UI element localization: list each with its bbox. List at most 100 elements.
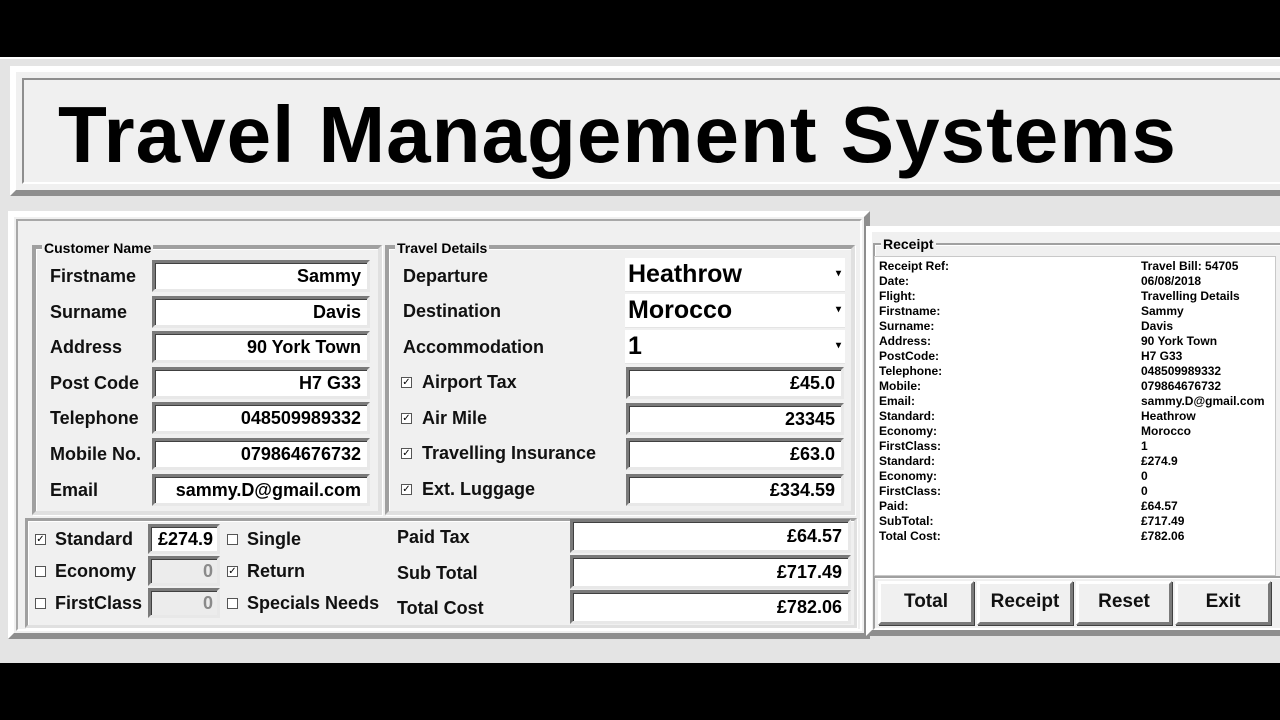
accommodation-select[interactable]: 1 ▾ [625,330,845,364]
mobile-label: Mobile No. [50,444,141,464]
air-mile-label: Air Mile [422,407,488,428]
receipt-line: Mobile: 079864676732 [875,379,1275,394]
return-checkbox[interactable]: ✓ [227,566,238,577]
economy-label: Economy [55,561,137,581]
destination-select[interactable]: Morocco ▾ [625,294,845,328]
receipt-line: Economy: Morocco [875,424,1275,439]
receipt-line-key: Telephone: [879,364,943,378]
ext-luggage-checkbox[interactable]: ✓ [401,483,412,495]
customer-group-legend: Customer Name [42,240,154,256]
exit-button[interactable]: Exit [1175,581,1271,625]
receipt-line: Economy: 0 [875,469,1275,484]
specials-needs-checkbox[interactable] [227,598,238,609]
single-checkbox[interactable] [227,534,238,545]
travel-group-legend: Travel Details [395,240,490,256]
post-code-field[interactable]: H7 G33 [152,366,370,399]
specials-needs-label: Specials Needs [247,593,380,613]
email-field[interactable]: sammy.D@gmail.com [152,473,370,506]
travelling-insurance-field[interactable]: £63.0 [626,438,844,471]
receipt-line: Receipt Ref: Travel Bill: 54705 [875,259,1275,274]
receipt-line-value: £274.9 [1141,454,1178,468]
receipt-group-legend: Receipt [881,236,936,252]
receipt-line: Email: sammy.D@gmail.com [875,394,1275,409]
receipt-line: Standard: £274.9 [875,454,1275,469]
firstname-label: Firstname [50,266,137,286]
receipt-line-value: 06/08/2018 [1141,274,1202,288]
receipt-line-value: Heathrow [1141,409,1196,423]
receipt-line: Address: 90 York Town [875,334,1275,349]
standard-checkbox[interactable]: ✓ [35,534,46,545]
receipt-line-key: Economy: [879,469,938,483]
paid-tax-field[interactable]: £64.57 [570,519,851,553]
email-label: Email [50,479,99,500]
receipt-line: Surname: Davis [875,319,1275,334]
receipt-line-value: Davis [1141,319,1174,333]
receipt-line: Flight: Travelling Details [875,289,1275,304]
receipt-line-value: 0 [1141,469,1148,483]
receipt-line: FirstClass: 1 [875,439,1275,454]
receipt-line-key: Paid: [879,499,909,513]
chevron-down-icon[interactable]: ▾ [836,294,841,326]
firstname-field[interactable]: Sammy [152,260,370,292]
sub-total-label: Sub Total [397,563,478,583]
address-field[interactable]: 90 York Town [152,331,370,364]
standard-label: Standard [55,529,134,549]
receipt-line-value: 0 [1141,484,1148,498]
chevron-down-icon[interactable]: ▾ [836,330,841,362]
receipt-line-value: Travelling Details [1141,289,1240,303]
airport-tax-checkbox[interactable]: ✓ [401,377,412,388]
travelling-insurance-checkbox[interactable]: ✓ [401,448,412,460]
departure-select[interactable]: Heathrow ▾ [625,258,845,292]
first-class-field[interactable]: 0 [148,588,220,618]
receipt-line-value: sammy.D@gmail.com [1141,394,1265,408]
receipt-line-value: H7 G33 [1141,349,1183,363]
destination-value: Morocco [628,296,733,324]
total-button[interactable]: Total [878,581,974,625]
receipt-line-key: Total Cost: [879,529,941,543]
receipt-text[interactable]: Receipt Ref: Travel Bill: 54705 Date: 06/08… [874,256,1276,576]
title-inner: Travel Management Systems [22,78,1280,184]
mobile-field[interactable]: 079864676732 [152,438,370,470]
airport-tax-label: Airport Tax [422,372,517,392]
receipt-line: PostCode: H7 G33 [875,349,1275,364]
departure-value: Heathrow [628,260,742,288]
receipt-line-key: Address: [879,334,932,348]
airport-tax-field[interactable]: £45.0 [626,367,844,399]
total-cost-label: Total Cost [397,598,484,618]
receipt-button[interactable]: Receipt [977,581,1073,625]
receipt-line-key: Economy: [879,424,938,438]
single-label: Single [247,529,302,549]
receipt-line-key: Flight: [879,289,916,303]
total-cost-field[interactable]: £782.06 [570,590,851,624]
receipt-line-key: Standard: [879,454,936,468]
ext-luggage-field[interactable]: £334.59 [626,473,844,506]
first-class-label: FirstClass [55,593,143,613]
telephone-field[interactable]: 048509989332 [152,402,370,435]
page-title: Travel Management Systems [58,90,1177,179]
reset-button[interactable]: Reset [1076,581,1172,625]
standard-field[interactable]: £274.9 [148,524,220,554]
air-mile-checkbox[interactable]: ✓ [401,412,412,424]
sub-total-field[interactable]: £717.49 [570,555,851,589]
air-mile-field[interactable]: 23345 [626,402,844,435]
economy-field[interactable]: 0 [148,556,220,586]
receipt-line-key: SubTotal: [879,514,934,528]
receipt-line: FirstClass: 0 [875,484,1275,499]
receipt-line-value: 90 York Town [1141,334,1218,348]
receipt-line-key: PostCode: [879,349,939,363]
accommodation-label: Accommodation [403,337,545,357]
receipt-line-value: Sammy [1141,304,1184,318]
receipt-line-value: Travel Bill: 54705 [1141,259,1239,273]
receipt-line-value: £717.49 [1141,514,1185,528]
receipt-line: Total Cost: £782.06 [875,529,1275,544]
post-code-label: Post Code [50,372,140,393]
return-label: Return [247,561,305,581]
receipt-line-value: 079864676732 [1141,379,1222,393]
receipt-line-value: £782.06 [1141,529,1185,543]
surname-field[interactable]: Davis [152,295,370,328]
receipt-line: SubTotal: £717.49 [875,514,1275,529]
economy-checkbox[interactable] [35,566,46,577]
travelling-insurance-label: Travelling Insurance [422,443,597,464]
chevron-down-icon[interactable]: ▾ [836,258,841,290]
first-class-checkbox[interactable] [35,598,46,609]
